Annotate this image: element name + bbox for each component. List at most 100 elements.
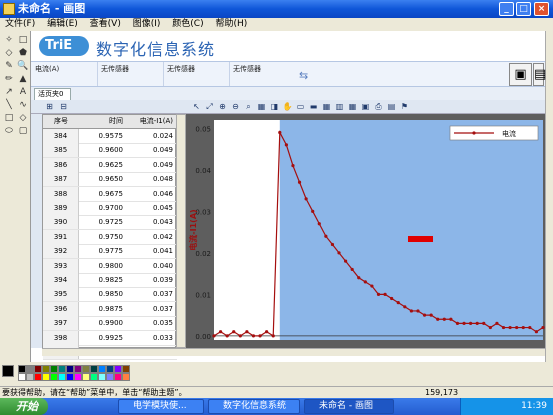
paint-tool-0-icon[interactable]: ✧ [3, 35, 15, 46]
palette-swatch[interactable] [58, 365, 66, 373]
chart-tool-8-icon[interactable]: ▭ [295, 101, 306, 112]
paint-tool-11-icon[interactable]: ∿ [17, 100, 29, 111]
paint-tool-7-icon[interactable]: ▲ [17, 74, 29, 85]
table-row[interactable]: 387 0.9650 0.048 [43, 172, 177, 188]
save-disk-icon[interactable]: ▣ [509, 63, 532, 86]
maximize-button[interactable]: □ [516, 2, 531, 16]
palette-swatch[interactable] [18, 373, 26, 381]
menu-view[interactable]: 查看(V) [90, 19, 121, 29]
sensor-slot-3[interactable]: 无传感器 [167, 64, 195, 74]
tab-binder[interactable]: 活页夹0 [34, 88, 71, 100]
table-row[interactable]: 388 0.9675 0.046 [43, 186, 177, 202]
sensor-slot-1[interactable]: 电流(A) [35, 64, 59, 74]
paint-tool-10-icon[interactable]: ╲ [3, 100, 15, 111]
palette-swatch[interactable] [90, 373, 98, 381]
table-row[interactable]: 384 0.9575 0.024 [43, 129, 177, 144]
sensor-slot-2[interactable]: 无传感器 [101, 64, 129, 74]
table-row[interactable]: 395 0.9850 0.037 [43, 287, 177, 303]
paint-tool-15-icon[interactable]: ▢ [17, 126, 29, 137]
palette-swatch[interactable] [106, 365, 114, 373]
menu-image[interactable]: 图像(I) [133, 19, 161, 29]
palette-swatch[interactable] [26, 365, 34, 373]
chart-tool-12-icon[interactable]: ▦ [347, 101, 358, 112]
palette-swatch[interactable] [98, 373, 106, 381]
close-button[interactable]: × [534, 2, 549, 16]
table-row[interactable]: 398 0.9925 0.033 [43, 330, 177, 346]
paint-tool-13-icon[interactable]: ◇ [17, 113, 29, 124]
palette-swatch[interactable] [114, 373, 122, 381]
paint-tool-14-icon[interactable]: ⬭ [3, 126, 15, 137]
table-tool-1-icon[interactable]: ⊟ [58, 101, 69, 112]
palette-swatch[interactable] [26, 373, 34, 381]
table-row[interactable]: 394 0.9825 0.039 [43, 273, 177, 288]
chart-tool-14-icon[interactable]: ⎙ [373, 101, 384, 112]
minimize-button[interactable]: _ [499, 2, 514, 16]
task-electric-module[interactable]: 电学模块使... [118, 399, 204, 414]
table-row[interactable]: 389 0.9700 0.045 [43, 201, 177, 216]
sensor-slot-4[interactable]: 无传感器 [233, 64, 261, 74]
paint-tool-6-icon[interactable]: ✏ [3, 74, 15, 85]
chart-tool-4-icon[interactable]: ⌕ [243, 101, 254, 112]
table-scrollbar[interactable] [176, 114, 186, 348]
print-icon[interactable]: ▤ [533, 63, 546, 86]
chart-tool-9-icon[interactable]: ▬ [308, 101, 319, 112]
menu-edit[interactable]: 编辑(E) [47, 19, 78, 29]
paint-tool-1-icon[interactable]: □ [17, 35, 29, 46]
chart-tool-6-icon[interactable]: ◨ [269, 101, 280, 112]
table-row[interactable]: 393 0.9800 0.040 [43, 258, 177, 274]
current-color-swatch[interactable] [2, 365, 14, 377]
chart-tool-1-icon[interactable]: ⤢ [204, 101, 215, 112]
palette-swatch[interactable] [34, 373, 42, 381]
palette-swatch[interactable] [82, 365, 90, 373]
palette-swatch[interactable] [58, 373, 66, 381]
menu-help[interactable]: 帮助(H) [215, 19, 247, 29]
chart-tool-0-icon[interactable]: ↖ [191, 101, 202, 112]
task-paint[interactable]: 未命名 - 画图 [304, 399, 394, 414]
chart-tool-7-icon[interactable]: ✋ [282, 101, 293, 112]
table-row[interactable]: 391 0.9750 0.042 [43, 229, 177, 245]
paint-tool-2-icon[interactable]: ◇ [3, 48, 15, 59]
palette-swatch[interactable] [42, 373, 50, 381]
chart-tool-15-icon[interactable]: ▤ [386, 101, 397, 112]
table-row[interactable]: 385 0.9600 0.049 [43, 143, 177, 159]
chart-tool-10-icon[interactable]: ▦ [321, 101, 332, 112]
paint-tool-9-icon[interactable]: A [17, 87, 29, 98]
palette-swatch[interactable] [122, 365, 130, 373]
chart-tool-5-icon[interactable]: ▦ [256, 101, 267, 112]
menu-colors[interactable]: 颜色(C) [172, 19, 203, 29]
paint-tool-4-icon[interactable]: ✎ [3, 61, 15, 72]
table-tool-0-icon[interactable]: ⊞ [44, 101, 55, 112]
palette-swatch[interactable] [90, 365, 98, 373]
palette-swatch[interactable] [114, 365, 122, 373]
app-horizontal-scrollbar[interactable] [42, 348, 545, 356]
chart-tool-2-icon[interactable]: ⊕ [217, 101, 228, 112]
table-row[interactable]: 392 0.9775 0.041 [43, 244, 177, 260]
palette-swatch[interactable] [74, 373, 82, 381]
palette-swatch[interactable] [66, 373, 74, 381]
palette-swatch[interactable] [122, 373, 130, 381]
paint-tool-5-icon[interactable]: 🔍 [17, 61, 29, 72]
palette-swatch[interactable] [98, 365, 106, 373]
palette-swatch[interactable] [82, 373, 90, 381]
chart-tool-13-icon[interactable]: ▣ [360, 101, 371, 112]
palette-swatch[interactable] [18, 365, 26, 373]
table-row[interactable]: 397 0.9900 0.035 [43, 316, 177, 332]
chart-tool-16-icon[interactable]: ⚑ [399, 101, 410, 112]
start-button[interactable]: 开始 [0, 398, 48, 415]
table-row[interactable]: 386 0.9625 0.049 [43, 157, 177, 173]
palette-swatch[interactable] [66, 365, 74, 373]
paint-tool-8-icon[interactable]: ↗ [3, 87, 15, 98]
palette-swatch[interactable] [50, 365, 58, 373]
menu-file[interactable]: 文件(F) [5, 19, 35, 29]
chart-tool-3-icon[interactable]: ⊖ [230, 101, 241, 112]
task-info-system[interactable]: 数字化信息系统 [208, 399, 300, 414]
palette-swatch[interactable] [42, 365, 50, 373]
palette-swatch[interactable] [34, 365, 42, 373]
table-row[interactable]: 396 0.9875 0.037 [43, 301, 177, 317]
palette-swatch[interactable] [50, 373, 58, 381]
paint-tool-3-icon[interactable]: ⬟ [17, 48, 29, 59]
palette-swatch[interactable] [106, 373, 114, 381]
paint-tool-12-icon[interactable]: □ [3, 113, 15, 124]
canvas-vertical-scrollbar[interactable] [545, 31, 553, 362]
chart-tool-11-icon[interactable]: ▥ [334, 101, 345, 112]
